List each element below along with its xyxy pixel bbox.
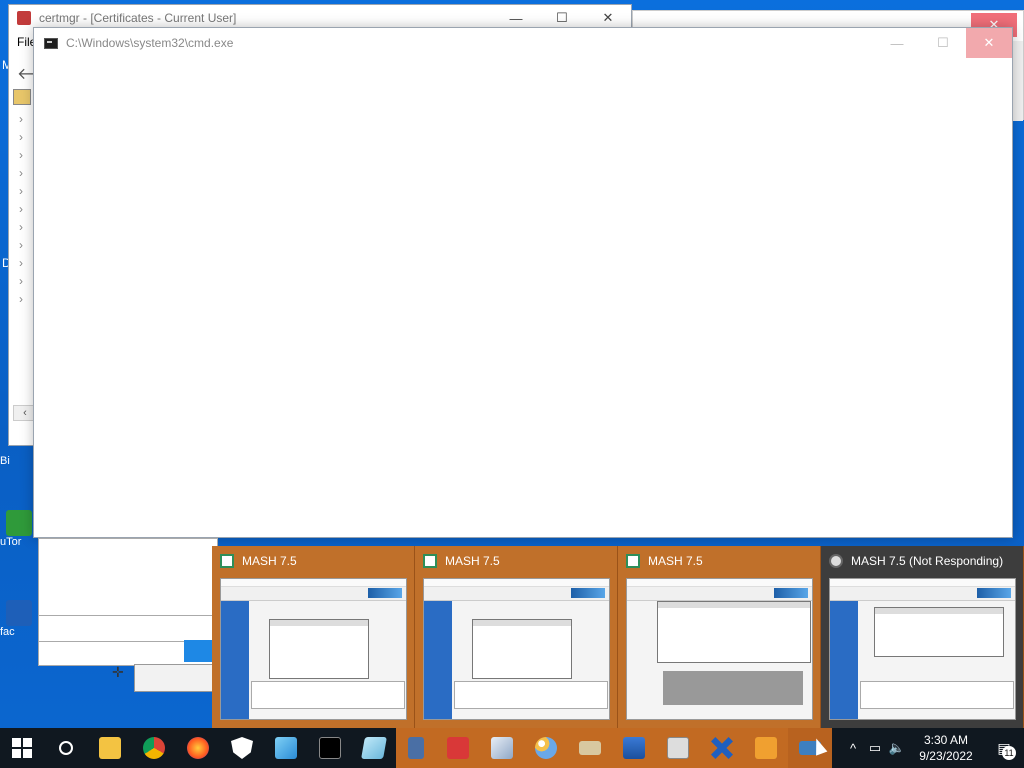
desktop-icon-fac[interactable]: fac <box>0 600 34 638</box>
chevron-right-icon[interactable]: › <box>19 113 31 125</box>
clock-time: 3:30 AM <box>923 733 969 747</box>
background-window-fragment <box>134 664 224 692</box>
preview-title: MASH 7.5 <box>242 554 297 568</box>
start-button[interactable] <box>0 728 44 768</box>
preview-thumbnail[interactable] <box>423 578 610 720</box>
utorrent-icon <box>6 510 32 536</box>
certificate-icon <box>17 11 31 25</box>
taskbar-media[interactable] <box>744 728 788 768</box>
system-tray: ^ ▭ 🔈 3:30 AM 9/23/2022 ▤ 11 <box>842 728 1024 768</box>
chevron-right-icon[interactable]: › <box>19 203 31 215</box>
photos-icon <box>275 737 297 759</box>
preview-title: MASH 7.5 (Not Responding) <box>851 554 1004 568</box>
chevron-right-icon[interactable]: › <box>19 257 31 269</box>
chevron-right-icon[interactable]: › <box>19 275 31 287</box>
taskbar-security[interactable] <box>220 728 264 768</box>
taskbar-firefox[interactable] <box>176 728 220 768</box>
toolbox-icon <box>447 737 469 759</box>
package-icon <box>667 737 689 759</box>
list-item <box>39 615 219 639</box>
chrome-icon <box>143 737 165 759</box>
desktop-icon-label: fac <box>0 626 15 638</box>
terminal-icon <box>319 737 341 759</box>
chevron-right-icon[interactable]: › <box>19 239 31 251</box>
preview-thumbnail[interactable] <box>829 578 1016 720</box>
notepad-icon <box>361 737 387 759</box>
move-cursor-icon: ✛ <box>112 664 124 680</box>
paint-icon <box>535 737 557 759</box>
search-button[interactable] <box>44 728 88 768</box>
preview-title: MASH 7.5 <box>648 554 703 568</box>
firefox-icon <box>187 737 209 759</box>
folder-icon <box>99 737 121 759</box>
windows-icon <box>12 738 32 758</box>
preview-mash-not-responding[interactable]: MASH 7.5 (Not Responding) <box>821 546 1024 728</box>
mash-icon <box>626 554 640 568</box>
preview-thumbnail[interactable] <box>220 578 407 720</box>
window-title: certmgr - [Certificates - Current User] <box>39 11 237 25</box>
chevron-right-icon[interactable]: › <box>19 185 31 197</box>
volume-icon[interactable]: 🔈 <box>886 728 908 768</box>
minimize-button[interactable]: — <box>874 28 920 58</box>
calculator-icon <box>408 737 424 759</box>
media-icon <box>755 737 777 759</box>
chevron-right-icon[interactable]: › <box>19 293 31 305</box>
taskbar-chrome[interactable] <box>132 728 176 768</box>
cube-icon <box>491 737 513 759</box>
clock[interactable]: 3:30 AM 9/23/2022 <box>908 732 984 764</box>
chevron-right-icon[interactable]: › <box>19 167 31 179</box>
chevron-up-icon[interactable]: ^ <box>842 728 864 768</box>
network-icon <box>623 737 645 759</box>
taskbar-calculator[interactable] <box>396 728 436 768</box>
taskbar-thumbnail-previews: MASH 7.5 MASH 7.5 MASH 7.5 MASH 7.5 (Not… <box>212 546 1024 728</box>
window-title: C:\Windows\system32\cmd.exe <box>66 36 234 50</box>
shortcut-icon <box>6 600 32 626</box>
cmd-window[interactable]: C:\Windows\system32\cmd.exe — ☐ ✕ <box>33 27 1013 538</box>
preview-mash-2[interactable]: MASH 7.5 <box>415 546 618 728</box>
close-button[interactable]: ✕ <box>966 28 1012 58</box>
taskbar-tools[interactable] <box>700 728 744 768</box>
taskbar-3d-viewer[interactable] <box>480 728 524 768</box>
preview-mash-1[interactable]: MASH 7.5 <box>212 546 415 728</box>
chevron-right-icon[interactable]: › <box>19 131 31 143</box>
notification-button[interactable]: ▤ 11 <box>984 728 1024 768</box>
preview-thumbnail[interactable] <box>626 578 813 720</box>
taskbar-photos[interactable] <box>264 728 308 768</box>
preview-mash-3[interactable]: MASH 7.5 <box>618 546 821 728</box>
printer-icon <box>579 741 601 755</box>
chevron-right-icon[interactable]: › <box>19 221 31 233</box>
taskbar-file-explorer[interactable] <box>88 728 132 768</box>
taskbar-notepad[interactable] <box>352 728 396 768</box>
mash-icon <box>220 554 234 568</box>
shield-icon <box>231 737 253 759</box>
taskbar-toolbox[interactable] <box>436 728 480 768</box>
taskbar: ^ ▭ 🔈 3:30 AM 9/23/2022 ▤ 11 <box>0 728 1024 768</box>
title-bar[interactable]: C:\Windows\system32\cmd.exe <box>34 28 1012 58</box>
tools-icon <box>711 737 733 759</box>
console-root-icon[interactable] <box>13 89 31 105</box>
cmd-icon <box>44 37 58 49</box>
clock-date: 9/23/2022 <box>919 749 973 763</box>
maximize-button[interactable]: ☐ <box>920 28 966 58</box>
chevron-right-icon[interactable]: › <box>19 149 31 161</box>
desktop-icon-label: uTor <box>0 536 22 548</box>
desktop-icon-label: Bi <box>0 455 10 467</box>
taskbar-printer[interactable] <box>568 728 612 768</box>
desktop-icon[interactable]: Bi <box>0 455 34 467</box>
mash-icon <box>423 554 437 568</box>
mash-icon <box>829 554 843 568</box>
search-icon <box>59 741 73 755</box>
desktop-icon-utorrent[interactable]: uTor <box>0 510 34 548</box>
preview-title: MASH 7.5 <box>445 554 500 568</box>
notification-badge: 11 <box>1002 746 1016 760</box>
taskbar-network[interactable] <box>612 728 656 768</box>
taskbar-cmd[interactable] <box>308 728 352 768</box>
network-status-icon[interactable]: ▭ <box>864 728 886 768</box>
taskbar-paint[interactable] <box>524 728 568 768</box>
taskbar-package[interactable] <box>656 728 700 768</box>
